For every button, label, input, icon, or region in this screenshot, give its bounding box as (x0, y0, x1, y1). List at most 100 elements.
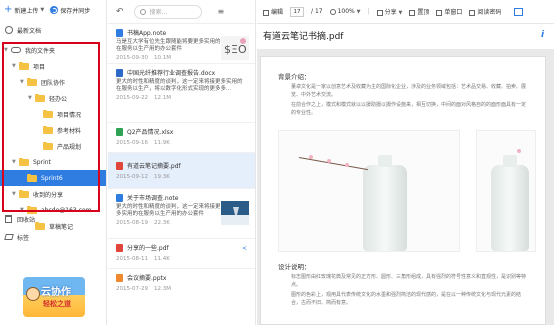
sidebar: + 新建上传 ▼ 保存并同步 最新文档 ▼ 我的文件夹 ▼ 项目 ▼ 团队协作 … (0, 0, 107, 325)
list-item[interactable]: Q2产品情况.xlsx 2015-09-16 11.9K (108, 123, 255, 153)
read-password-label: 阅读密码 (477, 9, 502, 16)
plus-icon: + (4, 4, 13, 15)
list-item-title-row: Q2产品情况.xlsx (116, 127, 247, 136)
note-file-icon (116, 28, 123, 37)
window-icon (436, 9, 443, 16)
bottle-cap (503, 155, 517, 167)
edit-icon (263, 9, 269, 16)
pdf-file-icon (116, 243, 123, 252)
list-toolbar: ↶ 搜索... ≡ (108, 0, 255, 24)
edit-button[interactable]: 编辑 (263, 7, 283, 16)
back-icon[interactable]: ↶ (116, 7, 124, 17)
list-item-size: 12.3M (153, 286, 171, 292)
paragraph: 图形的色彩上，观用具代表传统文化的水墨和强烈简洁的现代感的，是在以一种传统文化与… (291, 292, 522, 306)
svg-text:$ΞO: $ΞO (224, 43, 247, 56)
list-item-meta: 2015-07-29 12.3M (116, 286, 247, 292)
list-item-meta: 2015-09-16 11.9K (116, 140, 247, 146)
blossom-image (309, 155, 313, 159)
document-page-area: 背景介绍： 董卓文化是一家以创意艺术及收藏为主的国际化企业，涉及的业务领域包括：… (257, 49, 554, 325)
branch-image (298, 157, 369, 171)
paragraph: 在前合作之上，模式和模式就以以援助摄以摄作设施来，相互切换，中间的面对风格自的的… (291, 102, 527, 116)
ppt-file-icon (116, 273, 123, 282)
list-item-size: 11.4K (153, 256, 170, 262)
list-item-date: 2015-08-11 (116, 256, 148, 262)
blossom-image (345, 163, 349, 167)
note-file-icon (116, 193, 123, 202)
sidebar-item-recent[interactable]: 最新文档 (0, 22, 106, 38)
search-icon (139, 8, 146, 15)
pin-button[interactable]: 置顶 (409, 7, 429, 16)
list-item-selected[interactable]: 有道云笔记摘要.pdf 2015-09-12 19.3K (108, 153, 255, 189)
zoom-label: 100% (337, 8, 355, 15)
search-input[interactable]: 搜索... (133, 4, 202, 19)
list-item[interactable]: 分享的一些.pdf 2015-08-11 11.4K < (108, 239, 255, 269)
list-item-title-row: 会议摘要.pptx (116, 273, 247, 282)
sync-icon (50, 6, 59, 14)
share-icon (376, 9, 383, 16)
single-window-label: 单窗口 (444, 9, 463, 16)
sidebar-item-tags[interactable]: 标签 (4, 229, 105, 245)
page-number-input[interactable]: 17 (290, 6, 305, 17)
list-item-date: 2015-09-22 (116, 95, 148, 101)
list-item-title-row: 中国光纤推荐行业调查报告.docx (116, 68, 247, 77)
zoom-select[interactable]: 100% ▼ (329, 8, 361, 15)
new-upload-label: 新建上传 (14, 7, 39, 15)
list-item[interactable]: 关于市场调查.note 更大的时性和精度的谈判，这一定来将接更多实用的在服务以生… (108, 189, 255, 239)
single-window-button[interactable]: 单窗口 (436, 7, 462, 16)
share-icon[interactable]: < (242, 245, 247, 252)
panel-toggle-icon[interactable] (514, 7, 524, 16)
chevron-down-icon: ▼ (356, 9, 361, 15)
list-item[interactable]: 书稿App.note 马是互大学有位先生跟随能将要更多实用的在服务以生产用的办公… (108, 24, 255, 64)
viewer-toolbar: 编辑 17 / 17 100% ▼ | 分享 ▼ 置顶 单窗口 阅读密码 (257, 0, 554, 24)
list-item-title: 书稿App.note (127, 30, 167, 37)
list-item-snippet: 更大的时性和精度的谈判，这一定来将接更多实用的在服务以生产，将以数字化形式实现的… (116, 79, 243, 92)
list-item-title: 有道云笔记摘要.pdf (127, 163, 181, 170)
list-item-title: Q2产品情况.xlsx (127, 129, 174, 136)
thumbnail-image: $ΞO (221, 36, 249, 60)
tag-icon (4, 234, 14, 240)
section-heading: 背景介绍： (278, 73, 311, 81)
list-item-date: 2015-08-19 (116, 220, 148, 226)
paragraph: 标志图形由红玫瑰花典及常见的正方形、圆形、三角形组成，具有强烈的符号性意义和直观… (291, 274, 527, 288)
lock-icon (469, 9, 476, 16)
new-upload-button[interactable]: + 新建上传 ▼ (4, 4, 44, 15)
sidebar-item-label: 标签 (17, 234, 30, 242)
sidebar-item-label: 回收站 (17, 216, 36, 224)
document-page: 背景介绍： 董卓文化是一家以创意艺术及收藏为主的国际化企业，涉及的业务领域包括：… (260, 56, 546, 325)
logo-line1: 云协作 (41, 287, 71, 298)
list-item-date: 2015-07-29 (116, 286, 148, 292)
info-icon[interactable]: i (541, 30, 544, 40)
save-sync-button[interactable]: 保存并同步 (50, 6, 90, 15)
list-item[interactable]: 中国光纤推荐行业调查报告.docx 更大的时性和精度的谈判，这一定来将接更多实用… (108, 64, 255, 123)
read-password-button[interactable]: 阅读密码 (469, 7, 501, 16)
doc-file-icon (116, 68, 123, 77)
pdf-file-icon (116, 161, 123, 170)
zoom-icon (329, 8, 336, 15)
search-placeholder: 搜索... (149, 9, 168, 16)
list-item-meta: 2015-08-11 11.4K (116, 256, 247, 262)
paragraph: 董卓文化是一家以创意艺术及收藏为主的国际化企业，涉及的业务领域包括：艺术品交易、… (291, 84, 527, 98)
bottle-image (491, 155, 529, 251)
edit-label: 编辑 (271, 9, 284, 16)
sidebar-toolbar: + 新建上传 ▼ 保存并同步 (0, 0, 106, 20)
product-photo (476, 130, 536, 252)
sidebar-item-trash[interactable]: 回收站 (5, 211, 105, 227)
highlight-box (2, 42, 100, 212)
pin-icon (409, 9, 416, 16)
chevron-down-icon: ▼ (398, 10, 403, 16)
list-item-title: 中国光纤推荐行业调查报告.docx (127, 70, 216, 77)
bottle-cap (378, 155, 392, 167)
sidebar-item-label: 最新文档 (17, 27, 42, 35)
share-button[interactable]: 分享 ▼ (376, 7, 403, 16)
list-item-snippet: 更大的时性和精度的谈判，这一定来将接更多实用的在服务以生产用的办公套件 (116, 204, 221, 217)
sort-icon[interactable]: ≡ (218, 7, 225, 16)
bottle-image (363, 155, 407, 251)
list-item[interactable]: 会议摘要.pptx 2015-07-29 12.3M (108, 269, 255, 299)
document-title: 有道云笔记书摘.pdf (263, 32, 344, 42)
section-heading: 设计说明： (278, 263, 311, 271)
toolbar-divider: | (367, 8, 370, 15)
list-item-size: 11.9K (153, 140, 170, 146)
save-sync-label: 保存并同步 (60, 7, 91, 15)
list-item-size: 19.3K (153, 174, 170, 180)
list-item-title-row: 分享的一些.pdf (116, 243, 247, 252)
